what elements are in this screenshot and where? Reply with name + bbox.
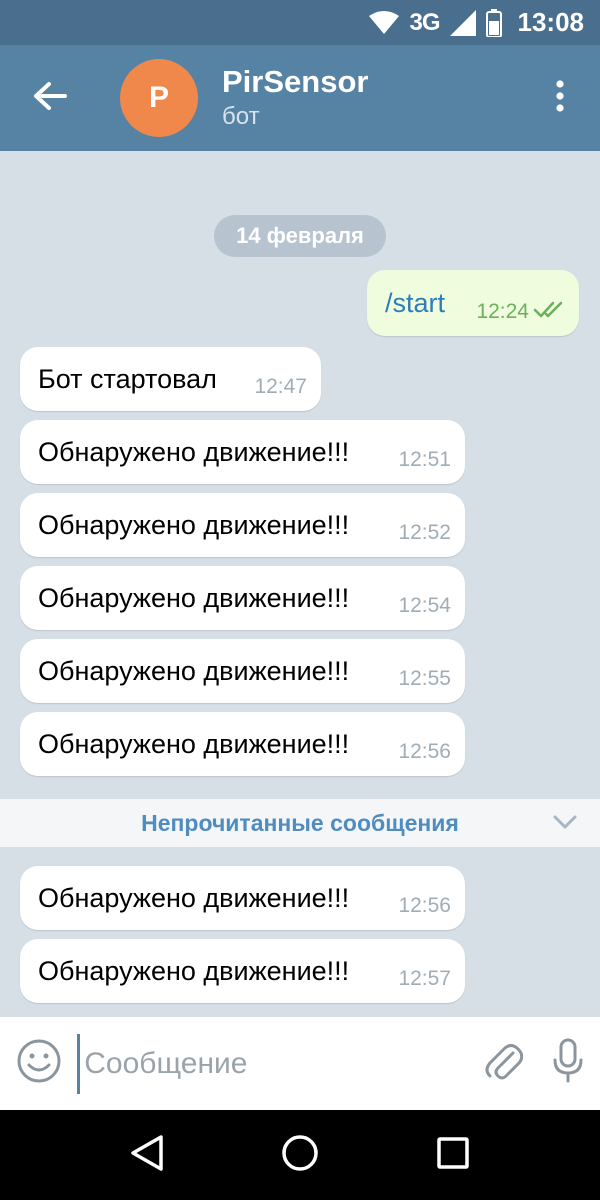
message-bubble-incoming[interactable]: Обнаружено движение!!! 12:57 — [20, 939, 465, 1003]
circle-home-icon — [281, 1134, 319, 1177]
system-navigation-bar — [0, 1110, 600, 1200]
unread-messages-divider: Непрочитанные сообщения — [0, 799, 600, 847]
message-time: 12:51 — [398, 448, 451, 471]
message-text: Обнаружено движение!!! — [38, 882, 350, 913]
message-bubble-incoming[interactable]: Обнаружено движение!!! 12:55 — [20, 639, 465, 703]
chat-header: P PirSensor бот — [0, 45, 600, 151]
signal-icon — [449, 9, 476, 36]
double-check-icon — [533, 300, 565, 324]
message-meta: 12:24 — [476, 300, 565, 324]
chat-title-block[interactable]: PirSensor бот — [222, 63, 530, 133]
back-button[interactable] — [0, 45, 100, 151]
message-bubble-incoming[interactable]: Обнаружено движение!!! 12:51 — [20, 420, 465, 484]
message-bubble-incoming[interactable]: Обнаружено движение!!! 12:56 — [20, 712, 465, 776]
microphone-button[interactable] — [535, 1017, 600, 1110]
message-bubble-incoming[interactable]: Обнаружено движение!!! 12:56 — [20, 866, 465, 930]
more-button[interactable] — [530, 45, 590, 151]
square-recent-icon — [436, 1136, 470, 1175]
date-separator: 14 февраля — [214, 215, 386, 257]
message-time: 12:52 — [398, 521, 451, 544]
message-time: 12:56 — [398, 740, 451, 763]
status-bar: 3G 13:08 — [0, 0, 600, 45]
message-text: /start — [385, 287, 446, 318]
wifi-icon — [369, 10, 400, 35]
message-text: Бот стартовал — [38, 363, 217, 394]
battery-icon — [485, 8, 502, 37]
message-text: Обнаружено движение!!! — [38, 582, 350, 613]
status-clock: 13:08 — [517, 7, 585, 37]
nav-home-button[interactable] — [260, 1115, 340, 1195]
arrow-left-icon — [33, 81, 67, 116]
message-text: Обнаружено движение!!! — [38, 509, 350, 540]
message-time: 12:54 — [398, 594, 451, 617]
avatar[interactable]: P — [120, 59, 198, 137]
message-text: Обнаружено движение!!! — [38, 728, 350, 759]
message-bubble-incoming[interactable]: Обнаружено движение!!! 12:54 — [20, 566, 465, 630]
message-text: Обнаружено движение!!! — [38, 955, 350, 986]
message-time: 12:47 — [254, 375, 307, 398]
composer — [0, 1017, 600, 1110]
emoji-button[interactable] — [0, 1017, 77, 1110]
chat-title: PirSensor — [222, 64, 369, 99]
message-input[interactable] — [77, 1033, 471, 1094]
message-bubble-incoming[interactable]: Обнаружено движение!!! 12:52 — [20, 493, 465, 557]
attach-button[interactable] — [470, 1017, 535, 1110]
microphone-icon — [551, 1038, 585, 1089]
chevron-down-icon[interactable] — [552, 811, 578, 839]
message-time: 12:57 — [398, 967, 451, 990]
network-type: 3G — [409, 8, 440, 36]
message-time: 12:24 — [476, 300, 529, 323]
message-text: Обнаружено движение!!! — [38, 655, 350, 686]
message-time: 12:55 — [398, 667, 451, 690]
nav-recent-button[interactable] — [413, 1115, 493, 1195]
message-bubble-incoming[interactable]: Бот стартовал 12:47 — [20, 347, 321, 411]
triangle-back-icon — [129, 1134, 165, 1177]
chat-subtitle: бот — [222, 103, 260, 130]
paperclip-icon — [483, 1039, 523, 1088]
more-vertical-icon — [555, 79, 565, 118]
message-text: Обнаружено движение!!! — [38, 436, 350, 467]
message-bubble-outgoing[interactable]: /start 12:24 — [367, 270, 579, 336]
message-list[interactable]: 14 февраля /start 12:24 Бот стартовал 12… — [0, 151, 600, 1017]
smile-icon — [16, 1038, 62, 1089]
nav-back-button[interactable] — [107, 1115, 187, 1195]
unread-label: Непрочитанные сообщения — [141, 809, 459, 836]
message-time: 12:56 — [398, 894, 451, 917]
